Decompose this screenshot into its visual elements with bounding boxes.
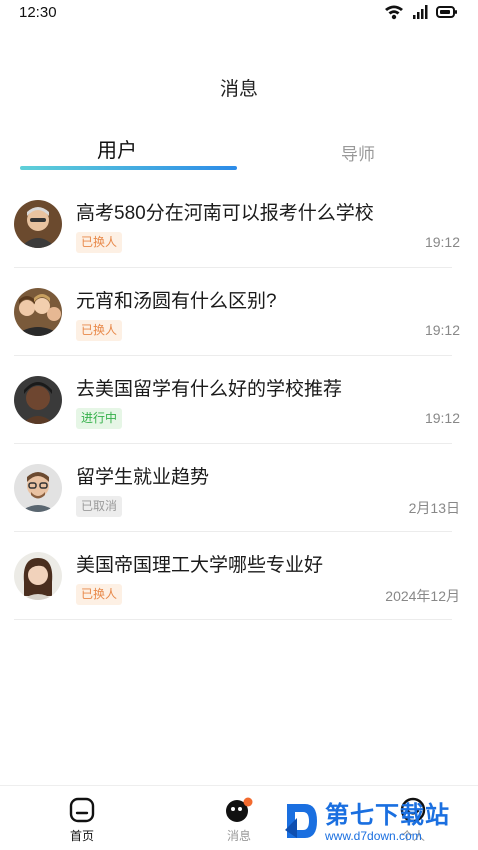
avatar bbox=[14, 376, 62, 424]
watermark-title: 第七下载站 bbox=[325, 802, 450, 829]
status-badge: 已换人 bbox=[76, 320, 123, 341]
avatar bbox=[14, 200, 62, 248]
nav-messages[interactable]: 消息 bbox=[209, 796, 269, 844]
home-icon bbox=[52, 796, 112, 824]
message-item[interactable]: 美国帝国理工大学哪些专业好 已换人 2024年12月 bbox=[0, 532, 478, 620]
message-title: 美国帝国理工大学哪些专业好 bbox=[76, 555, 324, 576]
page-title: 消息 bbox=[219, 79, 258, 100]
status-badge: 已取消 bbox=[76, 496, 123, 517]
message-time: 2月13日 bbox=[408, 500, 460, 516]
status-badge: 已换人 bbox=[76, 584, 123, 605]
battery-icon bbox=[436, 4, 458, 20]
message-item[interactable]: 去美国留学有什么好的学校推荐 进行中 19:12 bbox=[0, 356, 478, 444]
message-title: 去美国留学有什么好的学校推荐 bbox=[76, 379, 343, 400]
avatar bbox=[14, 288, 62, 336]
message-title: 高考580分在河南可以报考什么学校 bbox=[76, 203, 374, 224]
status-badge: 进行中 bbox=[76, 408, 123, 429]
tab-mentor[interactable]: 导师 bbox=[341, 140, 375, 165]
status-icons bbox=[384, 4, 458, 20]
message-title: 留学生就业趋势 bbox=[76, 467, 210, 488]
avatar bbox=[14, 552, 62, 600]
watermark: 第七下载站 www.d7down.com bbox=[283, 798, 473, 848]
nav-home-label: 首页 bbox=[69, 829, 94, 843]
tab-user[interactable]: 用户 bbox=[97, 134, 137, 163]
watermark-logo-icon bbox=[283, 800, 319, 847]
divider bbox=[14, 619, 452, 620]
message-item[interactable]: 高考580分在河南可以报考什么学校 已换人 19:12 bbox=[0, 180, 478, 268]
wifi-icon bbox=[384, 4, 404, 20]
nav-home[interactable]: 首页 bbox=[52, 796, 112, 844]
message-icon bbox=[209, 796, 269, 824]
message-time: 19:12 bbox=[424, 410, 460, 426]
watermark-url: www.d7down.com bbox=[325, 829, 422, 843]
message-time: 19:12 bbox=[424, 234, 460, 250]
active-tab-indicator bbox=[20, 166, 237, 170]
nav-messages-label: 消息 bbox=[226, 829, 251, 843]
message-item[interactable]: 元宵和汤圆有什么区别? 已换人 19:12 bbox=[0, 268, 478, 356]
message-time: 19:12 bbox=[424, 322, 460, 338]
status-badge: 已换人 bbox=[76, 232, 123, 253]
status-time: 12:30 bbox=[19, 4, 57, 21]
avatar bbox=[14, 464, 62, 512]
status-bar: 12:30 bbox=[0, 0, 478, 26]
message-item[interactable]: 留学生就业趋势 已取消 2月13日 bbox=[0, 444, 478, 532]
message-title: 元宵和汤圆有什么区别? bbox=[76, 291, 277, 312]
tab-bar: 用户 导师 bbox=[0, 128, 478, 174]
message-list: 高考580分在河南可以报考什么学校 已换人 19:12 元宵和汤圆有什么区别? … bbox=[0, 180, 478, 620]
message-time: 2024年12月 bbox=[385, 588, 460, 604]
signal-icon bbox=[412, 4, 428, 20]
